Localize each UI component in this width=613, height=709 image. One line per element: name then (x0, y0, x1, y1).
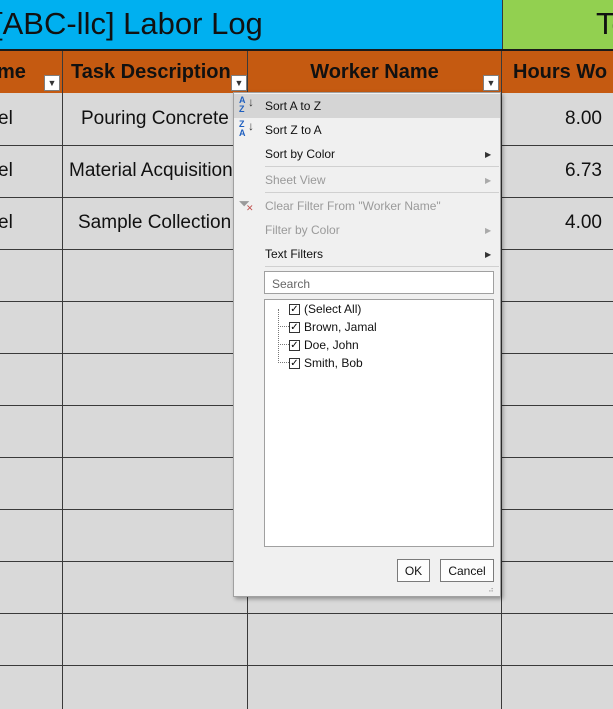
menu-text-filters[interactable]: Text Filters ▶ (234, 242, 500, 266)
menu-label: Filter by Color (265, 223, 340, 237)
grid-line (501, 93, 502, 709)
menu-separator (265, 166, 499, 167)
header-cell-task: Task Description (63, 51, 248, 93)
cell-hours[interactable]: 8.00 (565, 108, 602, 130)
menu-label: Sheet View (265, 173, 326, 187)
filter-item[interactable]: ✓ Doe, John (277, 336, 359, 354)
filter-search-input[interactable]: Search (264, 271, 494, 294)
header-cell-worker: Worker Name (248, 51, 502, 93)
menu-label: Clear Filter From "Worker Name" (265, 199, 441, 213)
cell-task[interactable]: Material Acquisition (69, 160, 233, 182)
filter-dropdown-name[interactable]: ▼ (44, 75, 60, 91)
filter-menu: A Z ↓ Sort A to Z Z A ↓ Sort Z to A Sort by … (233, 92, 501, 597)
header-label-task: Task Description (71, 60, 231, 83)
menu-filter-by-color: Filter by Color ▶ (234, 218, 500, 242)
filter-item-select-all[interactable]: ✓ (Select All) (277, 300, 361, 318)
cell-name[interactable]: el (0, 212, 13, 234)
menu-label: Sort Z to A (265, 123, 322, 137)
filter-item-label: Doe, John (304, 338, 359, 352)
submenu-arrow-icon: ▶ (485, 249, 492, 259)
header-label-name: me (0, 60, 26, 83)
filter-item[interactable]: ✓ Smith, Bob (277, 354, 363, 372)
menu-sort-z-to-a[interactable]: Z A ↓ Sort Z to A (234, 118, 500, 142)
ok-button[interactable]: OK (397, 559, 430, 582)
checkbox-checked-icon[interactable]: ✓ (289, 321, 300, 333)
cancel-button[interactable]: Cancel (440, 559, 494, 582)
cell-name[interactable]: el (0, 108, 13, 130)
cell-hours[interactable]: 4.00 (565, 212, 602, 234)
resize-grip-icon[interactable]: ⠴ (488, 585, 494, 594)
filter-dropdown-worker[interactable]: ▼ (483, 75, 499, 91)
menu-sort-a-to-z[interactable]: A Z ↓ Sort A to Z (234, 94, 500, 118)
filter-values-list: ✓ (Select All) ✓ Brown, Jamal ✓ Doe, Joh… (264, 299, 494, 547)
submenu-arrow-icon: ▶ (485, 175, 492, 185)
menu-label: Sort by Color (265, 147, 336, 161)
submenu-arrow-icon: ▶ (485, 149, 492, 159)
filter-dropdown-task[interactable]: ▼ (231, 75, 247, 91)
menu-sort-by-color[interactable]: Sort by Color ▶ (234, 142, 500, 166)
header-cell-hours: Hours Wo (502, 51, 613, 93)
grid-line (0, 665, 613, 666)
filter-item-label: (Select All) (304, 302, 362, 316)
menu-sheet-view: Sheet View ▶ (234, 168, 500, 192)
menu-separator (265, 192, 499, 193)
menu-clear-filter: ⏷ ✕ Clear Filter From "Worker Name" (234, 194, 500, 218)
sheet-title: [ABC-llc] Labor Log (0, 6, 263, 41)
grid-line (0, 613, 613, 614)
header-label-worker: Worker Name (310, 60, 439, 83)
checkbox-checked-icon[interactable]: ✓ (289, 357, 300, 369)
sort-ascending-icon: A Z ↓ (239, 95, 254, 114)
total-title: To (596, 6, 613, 41)
cell-task[interactable]: Pouring Concrete (81, 108, 229, 130)
submenu-arrow-icon: ▶ (485, 225, 492, 235)
grid-line (62, 93, 63, 709)
filter-item-label: Brown, Jamal (304, 320, 377, 334)
cell-task[interactable]: Sample Collection (78, 212, 231, 234)
cell-hours[interactable]: 6.73 (565, 160, 602, 182)
clear-filter-icon: ⏷ ✕ (239, 196, 254, 213)
checkbox-checked-icon[interactable]: ✓ (289, 339, 300, 351)
sort-descending-icon: Z A ↓ (239, 119, 254, 138)
filter-item[interactable]: ✓ Brown, Jamal (277, 318, 377, 336)
cell-name[interactable]: el (0, 160, 13, 182)
menu-label: Text Filters (265, 247, 324, 261)
menu-separator (265, 266, 499, 267)
filter-item-label: Smith, Bob (304, 356, 363, 370)
menu-label: Sort A to Z (265, 99, 322, 113)
header-label-hours: Hours Wo (513, 60, 608, 83)
checkbox-checked-icon[interactable]: ✓ (289, 303, 300, 315)
